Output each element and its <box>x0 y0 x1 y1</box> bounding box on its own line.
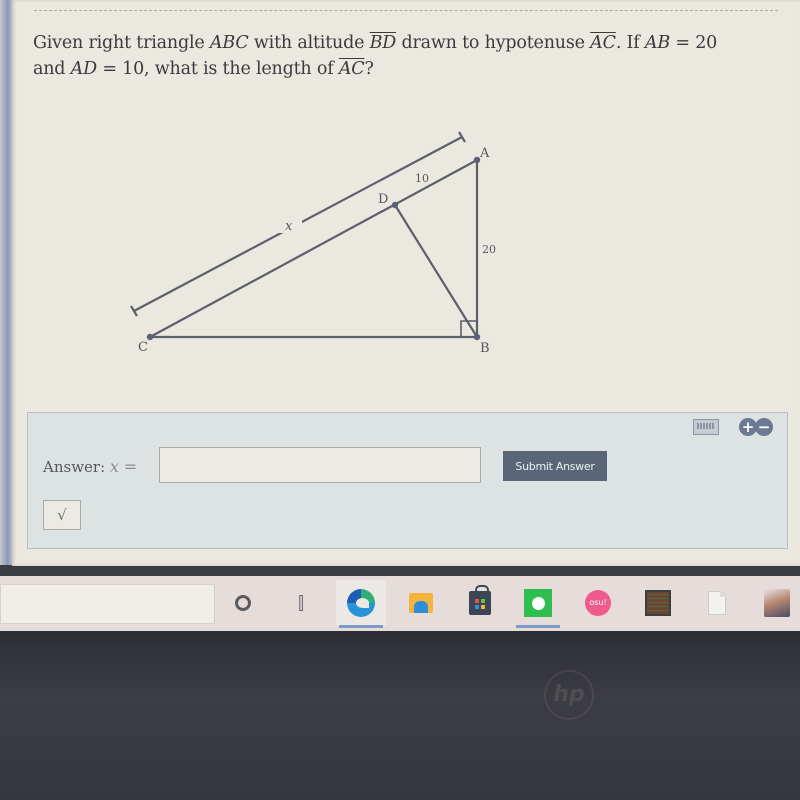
hp-logo-icon: hp <box>544 670 594 720</box>
taskbar: ⫿ osu! <box>0 576 800 631</box>
vertex-label-a: A <box>479 146 490 161</box>
question-fragment: Given right triangle <box>33 33 210 53</box>
math-triangle: ABC <box>209 33 249 53</box>
dashed-divider <box>34 10 778 11</box>
question-fragment: and <box>33 59 71 79</box>
taskbar-file-explorer[interactable] <box>396 580 446 626</box>
vertex-label-c: C <box>138 340 148 355</box>
keyboard-icon[interactable] <box>693 419 719 435</box>
answer-equals: = <box>123 457 138 476</box>
math-segment-bd: BD <box>369 33 397 53</box>
answer-label: Answer: x = <box>43 457 137 476</box>
submit-answer-button[interactable]: Submit Answer <box>503 451 607 481</box>
anime-avatar-icon <box>764 589 790 617</box>
answer-label-text: Answer: <box>43 458 106 476</box>
taskbar-search-box[interactable] <box>0 584 215 624</box>
question-page: Given right triangle ABC with altitude B… <box>12 0 800 566</box>
taskbar-anime-app[interactable] <box>752 580 800 626</box>
vertex-b-point <box>473 333 481 341</box>
folder-icon <box>409 593 433 613</box>
answer-panel: + − Answer: x = Submit Answer √ <box>27 412 788 549</box>
laptop-bezel <box>0 631 800 800</box>
label-ac-x: x <box>285 219 293 234</box>
taskbar-minecraft[interactable] <box>633 580 683 626</box>
vertex-d-point <box>391 201 399 209</box>
vertex-label-b: B <box>480 341 490 356</box>
task-view-icon: ⫿ <box>298 592 304 614</box>
taskbar-task-view[interactable]: ⫿ <box>276 580 326 626</box>
question-fragment: = 20 <box>670 33 718 53</box>
question-fragment: . If <box>615 33 645 53</box>
circle-icon <box>235 595 251 611</box>
taskbar-edge[interactable] <box>336 580 386 628</box>
taskbar-cortana[interactable] <box>218 580 268 626</box>
spotify-icon <box>524 589 552 617</box>
sqrt-button[interactable]: √ <box>43 500 81 530</box>
zoom-out-button[interactable]: − <box>755 418 773 436</box>
taskbar-microsoft-store[interactable] <box>455 580 505 626</box>
math-segment-ac: AC <box>338 59 365 79</box>
question-text: Given right triangle ABC with altitude B… <box>33 30 783 82</box>
taskbar-spotify[interactable] <box>513 580 563 628</box>
taskbar-osu[interactable]: osu! <box>573 580 623 626</box>
taskbar-file[interactable] <box>692 580 742 626</box>
question-fragment: drawn to hypotenuse <box>396 33 591 53</box>
file-icon <box>708 591 726 615</box>
edge-icon <box>347 589 375 617</box>
altitude-bd <box>394 204 478 338</box>
question-fragment: = 10, what is the length of <box>96 59 339 79</box>
label-ad-length: 10 <box>415 172 429 185</box>
store-icon <box>469 585 491 615</box>
math-segment-ac: AC <box>590 33 616 53</box>
math-ab: AB <box>644 33 671 53</box>
answer-input[interactable] <box>159 447 481 483</box>
vertex-label-d: D <box>378 192 388 207</box>
math-ad: AD <box>70 59 97 79</box>
triangle-diagram: A B C D 10 20 x <box>130 131 496 356</box>
question-fragment: with altitude <box>248 33 370 53</box>
label-ab-length: 20 <box>482 243 496 256</box>
question-fragment: ? <box>364 59 374 79</box>
triangle-figure: A B C D 10 20 x <box>110 125 530 370</box>
answer-variable: x <box>109 457 119 476</box>
osu-icon: osu! <box>585 590 611 616</box>
side-ac <box>149 159 478 338</box>
game-icon <box>645 590 671 616</box>
